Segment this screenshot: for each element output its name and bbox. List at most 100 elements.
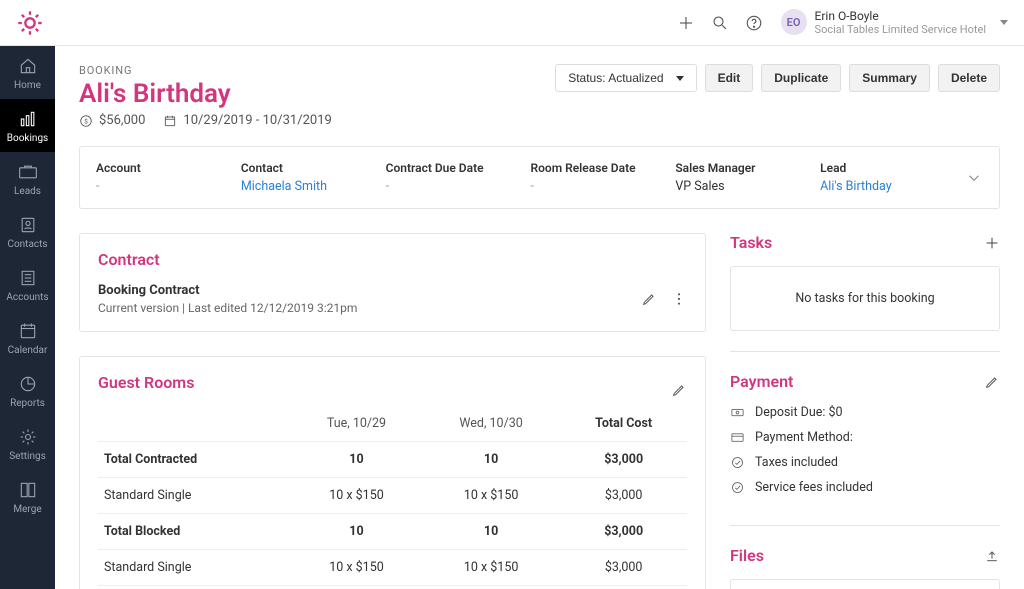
pencil-icon[interactable]: [671, 382, 687, 398]
reports-icon: [18, 374, 38, 394]
sidebar-item-reports[interactable]: Reports: [0, 364, 55, 417]
edit-button[interactable]: Edit: [705, 64, 754, 92]
pencil-icon[interactable]: [984, 374, 1000, 390]
payment-text: Taxes included: [755, 455, 838, 470]
table-cell: $3,000: [560, 514, 687, 550]
booking-dates: 10/29/2019 - 10/31/2019: [183, 113, 331, 128]
home-icon: [18, 56, 38, 76]
detail-label: Room Release Date: [530, 161, 675, 175]
table-cell: 10: [422, 586, 560, 589]
contract-sub: Current version | Last edited 12/12/2019…: [98, 301, 357, 315]
guest-rooms-table: Tue, 10/29Wed, 10/30Total CostTotal Cont…: [98, 406, 687, 589]
sidebar-item-contacts[interactable]: Contacts: [0, 205, 55, 258]
accounts-icon: [18, 268, 38, 288]
table-cell: 10 x $150: [291, 478, 422, 514]
more-icon[interactable]: [671, 291, 687, 307]
pencil-icon[interactable]: [641, 291, 657, 307]
sidebar-item-home[interactable]: Home: [0, 46, 55, 99]
sidebar-item-label: Home: [14, 80, 41, 91]
guest-rooms-title: Guest Rooms: [98, 373, 194, 392]
detail-label: Sales Manager: [675, 161, 820, 175]
payment-text: Payment Method:: [755, 430, 853, 445]
sidebar-item-label: Accounts: [6, 292, 48, 303]
table-cell: Total Actual: [98, 586, 291, 589]
chevron-down-icon: [676, 76, 684, 81]
sidebar-item-label: Settings: [9, 451, 46, 462]
add-icon[interactable]: [677, 14, 695, 32]
detail-col-contact[interactable]: Contact Michaela Smith: [241, 161, 386, 194]
contract-name: Booking Contract: [98, 283, 357, 298]
chevron-down-icon: [1000, 20, 1008, 25]
summary-button[interactable]: Summary: [849, 64, 930, 92]
table-cell: 10: [291, 514, 422, 550]
table-cell: $3,000: [560, 442, 687, 478]
table-cell: 10 x $150: [422, 478, 560, 514]
payment-line: Taxes included: [730, 455, 1000, 470]
sidebar-item-label: Leads: [14, 186, 41, 197]
sidebar-item-leads[interactable]: Leads: [0, 152, 55, 205]
table-cell: 10: [291, 442, 422, 478]
status-dropdown[interactable]: Status: Actualized: [555, 64, 696, 92]
table-row: Standard Single10 x $15010 x $150$3,000: [98, 550, 687, 586]
upload-icon[interactable]: [984, 548, 1000, 564]
sidebar-item-settings[interactable]: Settings: [0, 417, 55, 470]
sidebar-item-label: Calendar: [8, 345, 48, 356]
card-icon: [730, 430, 745, 445]
table-row: Standard Single10 x $15010 x $150$3,000: [98, 478, 687, 514]
breadcrumb: BOOKING: [79, 64, 332, 77]
table-row: Total Blocked1010$3,000: [98, 514, 687, 550]
detail-col-room-release-date: Room Release Date -: [530, 161, 675, 194]
payment-text: Service fees included: [755, 480, 873, 495]
expand-icon[interactable]: [965, 169, 983, 187]
money-icon: [730, 405, 745, 420]
table-header: Total Cost: [560, 406, 687, 442]
sidebar-item-merge[interactable]: Merge: [0, 470, 55, 523]
sidebar-item-calendar[interactable]: Calendar: [0, 311, 55, 364]
detail-value[interactable]: Ali's Birthday: [820, 179, 965, 194]
money-icon: $: [79, 114, 93, 128]
sidebar-item-label: Bookings: [7, 133, 48, 144]
detail-value: -: [386, 179, 531, 194]
help-icon[interactable]: [745, 14, 763, 32]
user-menu[interactable]: EO Erin O-Boyle Social Tables Limited Se…: [781, 9, 1008, 37]
table-cell: Standard Single: [98, 550, 291, 586]
table-header: Tue, 10/29: [291, 406, 422, 442]
brand-logo: [16, 9, 44, 37]
sidebar-item-accounts[interactable]: Accounts: [0, 258, 55, 311]
calendar-icon: [18, 321, 38, 341]
add-icon[interactable]: [984, 235, 1000, 251]
files-empty: No files here yet. Upload File: [730, 579, 1000, 589]
table-row: Total Contracted1010$3,000: [98, 442, 687, 478]
sidebar: Home Bookings Leads Contacts Accounts Calenda…: [0, 46, 55, 589]
detail-col-sales-manager: Sales ManagerVP Sales: [675, 161, 820, 194]
detail-value: -: [530, 179, 675, 194]
table-cell: $3,000: [560, 586, 687, 589]
delete-button[interactable]: Delete: [938, 64, 1000, 92]
check-icon: [730, 480, 745, 495]
tasks-title: Tasks: [730, 233, 772, 252]
sidebar-item-label: Contacts: [7, 239, 47, 250]
payment-text: Deposit Due: $0: [755, 405, 843, 420]
table-row: Total Actual1010$3,000: [98, 586, 687, 589]
duplicate-button[interactable]: Duplicate: [761, 64, 841, 92]
table-header: [98, 406, 291, 442]
merge-icon: [18, 480, 38, 500]
search-icon[interactable]: [711, 14, 729, 32]
detail-label: Contact: [241, 161, 386, 175]
contacts-icon: [18, 215, 38, 235]
page-title: Ali's Birthday: [79, 79, 332, 109]
payment-line: Payment Method:: [730, 430, 1000, 445]
table-cell: $3,000: [560, 478, 687, 514]
sidebar-item-label: Reports: [10, 398, 45, 409]
detail-value: -: [96, 179, 241, 194]
sidebar-item-bookings[interactable]: Bookings: [0, 99, 55, 152]
payment-line: Service fees included: [730, 480, 1000, 495]
contract-title: Contract: [98, 250, 687, 269]
detail-label: Lead: [820, 161, 965, 175]
payment-line: Deposit Due: $0: [730, 405, 1000, 420]
detail-value[interactable]: Michaela Smith: [241, 179, 386, 194]
detail-col-lead[interactable]: Lead Ali's Birthday: [820, 161, 965, 194]
settings-icon: [18, 427, 38, 447]
leads-icon: [18, 162, 38, 182]
table-header: Wed, 10/30: [422, 406, 560, 442]
